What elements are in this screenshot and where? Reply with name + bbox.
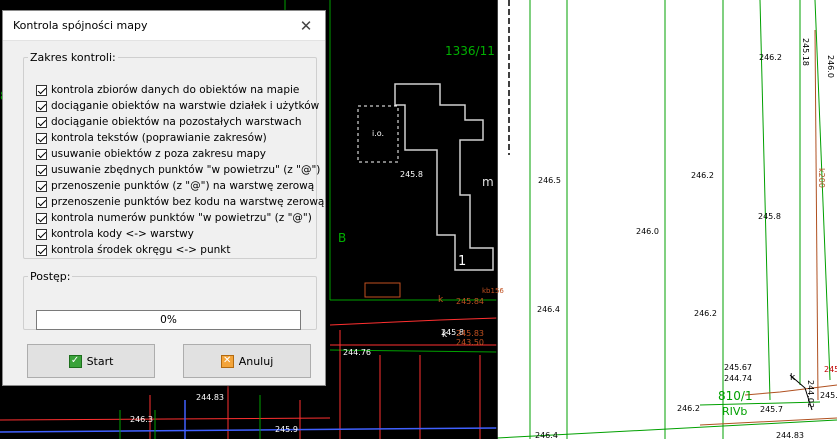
land-class-label: RIVb: [722, 405, 747, 418]
height-label: 246.2: [694, 309, 717, 318]
code-label: k200: [817, 168, 826, 188]
green-check-icon: ✓: [68, 354, 82, 368]
height-label: 246.2: [691, 171, 714, 180]
checkbox-checked-icon[interactable]: [36, 180, 47, 192]
check-item-label: przenoszenie punktów bez kodu na warstwę…: [51, 196, 325, 208]
progress-group: Postęp: 0%: [23, 270, 317, 330]
checkbox-checked-icon[interactable]: [36, 116, 47, 128]
start-button-label: Start: [86, 354, 114, 368]
checkbox-checked-icon[interactable]: [36, 100, 47, 112]
checkbox-checked-icon[interactable]: [36, 148, 47, 160]
building-number-label: 1: [458, 254, 466, 269]
check-item-label: przenoszenie punktów (z "@") na warstwę …: [51, 180, 315, 192]
checkbox-checked-icon[interactable]: [36, 244, 47, 256]
scope-group-label: Zakres kontroli:: [30, 51, 116, 64]
height-label: 245.8: [400, 170, 423, 179]
checkbox-checked-icon[interactable]: [36, 132, 47, 144]
check-item[interactable]: dociąganie obiektów na pozostałych warst…: [36, 114, 324, 130]
scope-checklist: kontrola zbiorów danych do obiektów na m…: [36, 82, 324, 258]
code-label: k: [438, 295, 444, 305]
check-item[interactable]: kontrola numerów punktów "w powietrzu" (…: [36, 210, 324, 226]
height-label: 244.02: [806, 380, 815, 408]
letter-m-label: m: [482, 175, 494, 189]
close-icon[interactable]: ✕: [295, 15, 317, 37]
checkbox-checked-icon[interactable]: [36, 212, 47, 224]
code-label: kb156: [482, 287, 504, 295]
cancel-button-label: Anuluj: [238, 354, 274, 368]
check-item[interactable]: przenoszenie punktów (z "@") na warstwę …: [36, 178, 324, 194]
height-label: 245.5: [824, 365, 837, 374]
check-item[interactable]: dociąganie obiektów na warstwie działek …: [36, 98, 324, 114]
height-label: 245.9: [275, 425, 298, 434]
height-label: 245.75: [820, 391, 837, 400]
progress-group-label: Postęp:: [30, 270, 71, 283]
height-label: 245.18: [801, 38, 810, 66]
check-item-label: usuwanie obiektów z poza zakresu mapy: [51, 148, 266, 160]
check-item[interactable]: kontrola środek okręgu <-> punkt: [36, 242, 324, 258]
dialog-title: Kontrola spójności mapy: [13, 19, 148, 32]
height-label: 246.0: [636, 227, 659, 236]
height-label: 244.76: [343, 348, 371, 357]
check-item[interactable]: kontrola kody <-> warstwy: [36, 226, 324, 242]
parcel-number-label: 1336/11: [445, 44, 495, 58]
height-label: 245.67: [724, 363, 752, 372]
height-label: 244.83: [196, 393, 224, 402]
check-item-label: dociąganie obiektów na warstwie działek …: [51, 100, 320, 112]
checkbox-checked-icon[interactable]: [36, 196, 47, 208]
checkbox-checked-icon[interactable]: [36, 164, 47, 176]
land-class-label: B: [338, 231, 346, 245]
dialog-titlebar[interactable]: Kontrola spójności mapy ✕: [3, 11, 325, 41]
parcel-number-label: 810/1: [718, 389, 753, 403]
height-label: 245.84: [456, 297, 484, 306]
check-item[interactable]: kontrola zbiorów danych do obiektów na m…: [36, 82, 324, 98]
height-label: 244.83: [776, 431, 804, 439]
check-item[interactable]: kontrola tekstów (poprawianie zakresów): [36, 130, 324, 146]
height-label: 246.5: [538, 176, 561, 185]
height-label: 246.0: [826, 55, 835, 78]
check-item-label: kontrola numerów punktów "w powietrzu" (…: [51, 212, 312, 224]
check-item-label: kontrola kody <-> warstwy: [51, 228, 194, 240]
code-label: k: [790, 373, 796, 383]
check-item-label: usuwanie zbędnych punktów "w powietrzu" …: [51, 164, 321, 176]
height-label: 244.74: [724, 374, 752, 383]
scope-group: Zakres kontroli: kontrola zbiorów danych…: [23, 51, 324, 259]
check-item-label: kontrola tekstów (poprawianie zakresów): [51, 132, 267, 144]
height-label: 246.4: [535, 431, 558, 439]
checkbox-checked-icon[interactable]: [36, 228, 47, 240]
code-label: k: [442, 330, 448, 340]
height-label: 246.2: [759, 53, 782, 62]
io-label: i.o.: [372, 129, 384, 138]
check-item-label: kontrola środek okręgu <-> punkt: [51, 244, 231, 256]
height-label: 245.8: [758, 212, 781, 221]
height-label: 243.50: [456, 338, 484, 347]
check-item[interactable]: przenoszenie punktów bez kodu na warstwę…: [36, 194, 324, 210]
height-label: 246.2: [677, 404, 700, 413]
check-item-label: kontrola zbiorów danych do obiektów na m…: [51, 84, 300, 96]
start-button[interactable]: ✓ Start: [27, 344, 155, 378]
height-label: 245.7: [760, 405, 783, 414]
height-label: 246.4: [537, 305, 560, 314]
check-item-label: dociąganie obiektów na pozostałych warst…: [51, 116, 302, 128]
height-label: 245.83: [456, 329, 484, 338]
check-item[interactable]: usuwanie zbędnych punktów "w powietrzu" …: [36, 162, 324, 178]
consistency-check-dialog: Kontrola spójności mapy ✕ Zakres kontrol…: [2, 10, 326, 386]
progress-bar: 0%: [36, 310, 301, 330]
checkbox-checked-icon[interactable]: [36, 84, 47, 96]
orange-x-icon: ✕: [220, 354, 234, 368]
height-label: 246.3: [130, 415, 153, 424]
check-item[interactable]: usuwanie obiektów z poza zakresu mapy: [36, 146, 324, 162]
cancel-button[interactable]: ✕ Anuluj: [183, 344, 311, 378]
map-right-area: [497, 0, 837, 439]
